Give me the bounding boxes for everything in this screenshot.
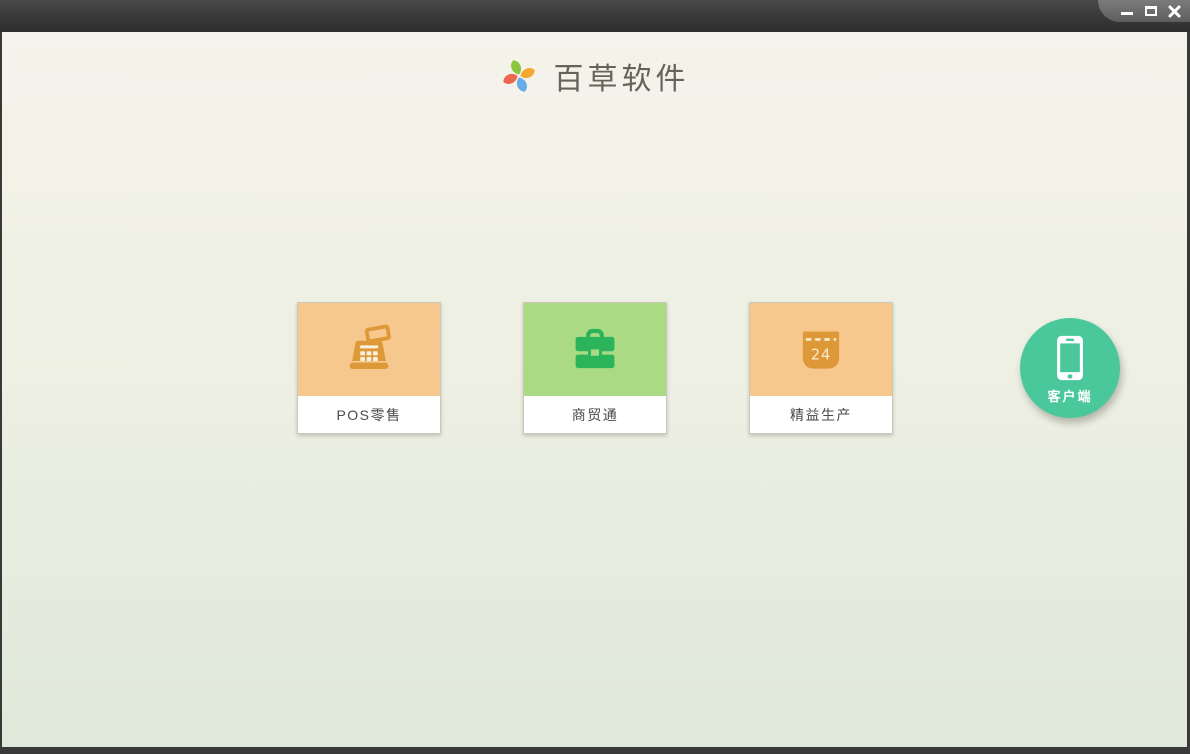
- brand-header: 百草软件: [2, 54, 1187, 98]
- briefcase-icon: [575, 328, 615, 368]
- close-button[interactable]: [1166, 3, 1183, 20]
- close-icon: [1168, 5, 1181, 17]
- title-bar: [0, 0, 1190, 32]
- product-card-trade[interactable]: 商贸通: [523, 302, 667, 434]
- minimize-button[interactable]: [1118, 3, 1135, 20]
- product-tile: [524, 303, 666, 396]
- product-card-pos[interactable]: POS零售: [297, 302, 441, 434]
- calendar-day-number: 24: [811, 346, 831, 363]
- product-label: POS零售: [298, 396, 440, 433]
- calendar-icon: 24: [802, 330, 840, 369]
- product-label: 精益生产: [750, 396, 892, 433]
- pinwheel-logo-icon: [502, 60, 535, 92]
- window-controls: [1118, 2, 1183, 20]
- main-content: 百草软件 POS零售 商贸通 24 精益生产 客户端: [0, 32, 1190, 754]
- product-label: 商贸通: [524, 396, 666, 433]
- product-card-lean[interactable]: 24 精益生产: [749, 302, 893, 434]
- product-tile: 24: [750, 303, 892, 396]
- client-label: 客户端: [1047, 389, 1093, 404]
- cash-register-icon: [349, 324, 391, 369]
- smartphone-icon: [1057, 335, 1083, 381]
- client-button[interactable]: 客户端: [1020, 318, 1120, 418]
- product-tile: [298, 303, 440, 396]
- minimize-icon: [1120, 12, 1133, 15]
- app-title: 百草软件: [553, 62, 690, 97]
- app-window: 百草软件 POS零售 商贸通 24 精益生产 客户端: [0, 0, 1190, 754]
- maximize-icon: [1144, 6, 1157, 16]
- maximize-button[interactable]: [1142, 3, 1159, 20]
